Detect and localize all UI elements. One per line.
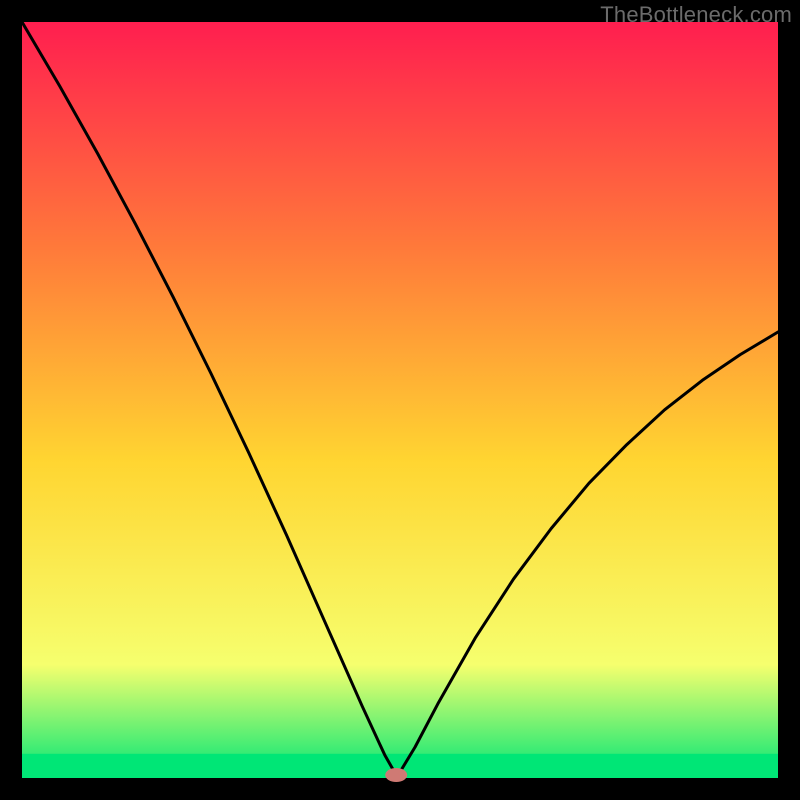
plot-area: [22, 22, 778, 778]
chart-container: TheBottleneck.com: [0, 0, 800, 800]
bottleneck-chart: [0, 0, 800, 800]
minimum-marker: [385, 768, 407, 782]
watermark-text: TheBottleneck.com: [600, 2, 792, 28]
